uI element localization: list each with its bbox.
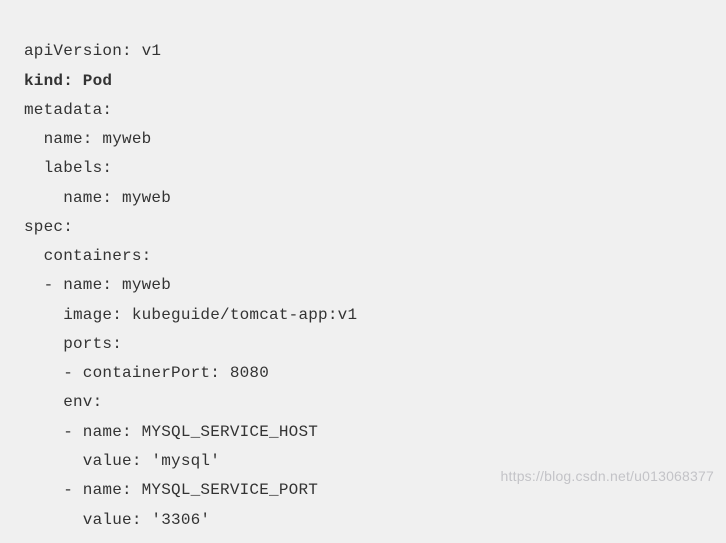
code-line-bold: kind: Pod [24, 72, 112, 90]
code-line: - name: MYSQL_SERVICE_PORT [24, 481, 318, 499]
code-line: image: kubeguide/tomcat-app:v1 [24, 306, 357, 324]
code-line: containers: [24, 247, 151, 265]
code-line: env: [24, 393, 102, 411]
code-line: name: myweb [24, 189, 171, 207]
code-line: spec: [24, 218, 73, 236]
code-line: - containerPort: 8080 [24, 364, 269, 382]
code-line: value: '3306' [24, 511, 210, 529]
code-line: - name: myweb [24, 276, 171, 294]
watermark-text: https://blog.csdn.net/u013068377 [501, 464, 714, 490]
code-line: metadata: [24, 101, 112, 119]
code-line: name: myweb [24, 130, 151, 148]
code-line: apiVersion: v1 [24, 42, 161, 60]
code-line: - name: MYSQL_SERVICE_HOST [24, 423, 318, 441]
yaml-code-block: apiVersion: v1 kind: Pod metadata: name:… [0, 0, 726, 543]
code-line: ports: [24, 335, 122, 353]
code-line: value: 'mysql' [24, 452, 220, 470]
code-line: labels: [24, 159, 112, 177]
